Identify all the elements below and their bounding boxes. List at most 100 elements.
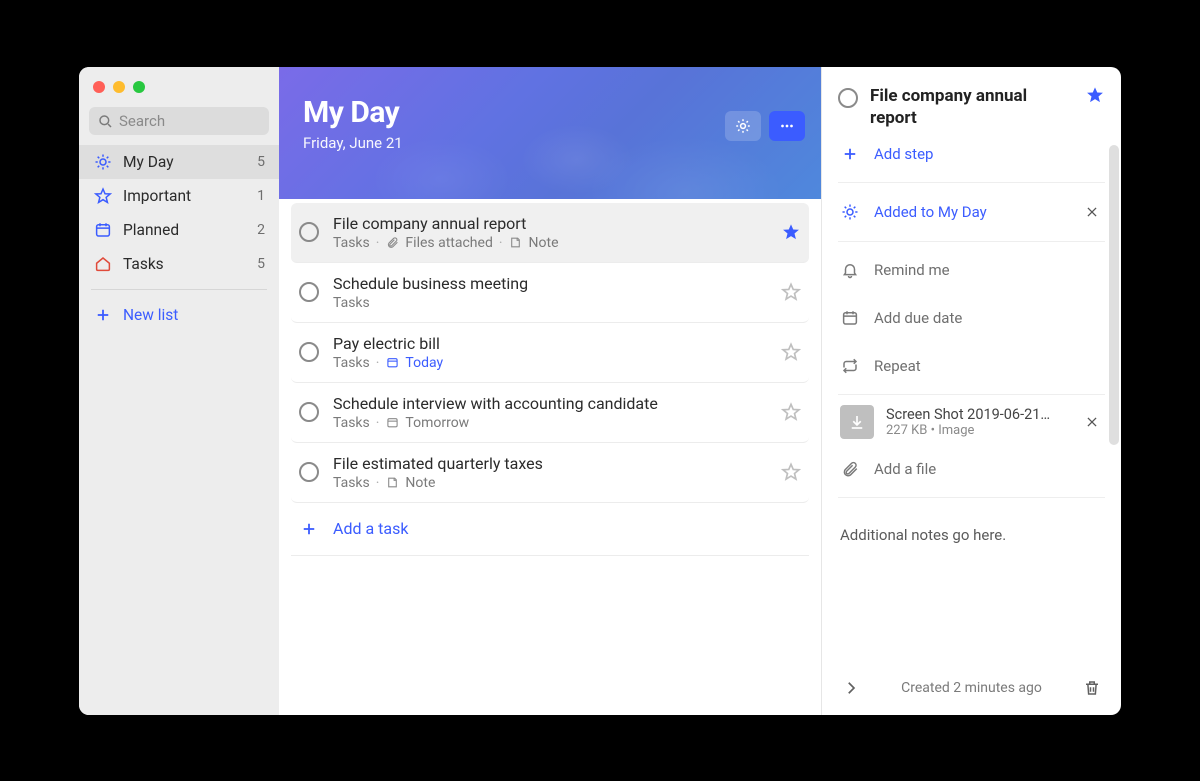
more-options-button[interactable] [769, 111, 805, 141]
calendar-icon [840, 308, 860, 328]
attachment-meta: 227 KB • Image [886, 423, 1069, 438]
meta-separator: · [376, 235, 380, 251]
task-list-name: Tasks [333, 415, 370, 431]
task-list-name: Tasks [333, 295, 370, 311]
sidebar-item-my-day[interactable]: My Day 5 [79, 145, 279, 179]
task-chip-label: Tomorrow [405, 415, 469, 431]
remind-me-row[interactable]: Remind me [838, 246, 1105, 294]
meta-separator: · [376, 355, 380, 371]
calendar-icon [385, 416, 399, 430]
star-toggle[interactable] [781, 402, 801, 422]
divider [91, 289, 267, 290]
star-toggle[interactable] [781, 342, 801, 362]
task-body: File company annual reportTasks·Files at… [333, 214, 781, 251]
complete-toggle[interactable] [299, 222, 319, 242]
task-title: Schedule business meeting [333, 274, 781, 293]
due-date-row[interactable]: Add due date [838, 294, 1105, 342]
repeat-row[interactable]: Repeat [838, 342, 1105, 390]
complete-toggle[interactable] [299, 402, 319, 422]
new-list-button[interactable]: New list [79, 298, 279, 332]
task-row[interactable]: File company annual reportTasks·Files at… [291, 203, 809, 263]
sidebar-item-planned[interactable]: Planned 2 [79, 213, 279, 247]
search-input[interactable]: Search [89, 107, 269, 135]
bell-icon [840, 260, 860, 280]
star-toggle[interactable] [781, 222, 801, 242]
sidebar-item-label: Tasks [123, 255, 257, 273]
paperclip-icon [840, 459, 860, 479]
star-toggle[interactable] [781, 282, 801, 302]
task-list-name: Tasks [333, 475, 370, 491]
star-toggle[interactable] [1085, 85, 1105, 105]
meta-separator: · [376, 415, 380, 431]
sun-icon [840, 202, 860, 222]
task-title: File company annual report [333, 214, 781, 233]
task-meta: Tasks [333, 295, 781, 311]
complete-toggle[interactable] [299, 282, 319, 302]
sidebar-item-count: 5 [257, 256, 265, 272]
sidebar-item-label: Planned [123, 221, 257, 239]
scrollbar[interactable] [1109, 145, 1119, 445]
sidebar-item-tasks[interactable]: Tasks 5 [79, 247, 279, 281]
task-title: Schedule interview with accounting candi… [333, 394, 781, 413]
add-file-row[interactable]: Add a file [838, 445, 1105, 493]
complete-toggle[interactable] [299, 342, 319, 362]
task-meta: Tasks · Tomorrow [333, 415, 781, 431]
added-to-my-day-row[interactable]: Added to My Day [838, 187, 1105, 237]
plus-icon [840, 144, 860, 164]
delete-task-button[interactable] [1083, 679, 1101, 697]
task-list-name: Tasks [333, 235, 370, 251]
sidebar-item-label: Important [123, 187, 257, 205]
paperclip-icon [385, 236, 399, 250]
search-icon [97, 113, 113, 129]
window-zoom-button[interactable] [133, 81, 145, 93]
divider [838, 241, 1105, 242]
task-body: Schedule business meeting Tasks [333, 274, 781, 311]
complete-toggle[interactable] [838, 88, 858, 108]
divider [838, 497, 1105, 498]
page-date: Friday, June 21 [303, 134, 797, 152]
attachment-row[interactable]: Screen Shot 2019-06-21… 227 KB • Image [838, 399, 1105, 445]
sidebar: Search My Day 5 [79, 67, 279, 715]
task-title: File estimated quarterly taxes [333, 454, 781, 473]
window-close-button[interactable] [93, 81, 105, 93]
task-body: Pay electric bill Tasks · Today [333, 334, 781, 371]
star-icon [93, 186, 113, 206]
meta-separator: · [376, 475, 380, 491]
task-title: Pay electric bill [333, 334, 781, 353]
repeat-icon [840, 356, 860, 376]
complete-toggle[interactable] [299, 462, 319, 482]
remove-attachment-button[interactable] [1081, 411, 1103, 433]
divider [838, 182, 1105, 183]
detail-footer: Created 2 minutes ago [838, 663, 1105, 715]
task-list-name: Tasks [333, 355, 370, 371]
sidebar-item-important[interactable]: Important 1 [79, 179, 279, 213]
task-row[interactable]: File estimated quarterly taxes Tasks · Note [291, 443, 809, 503]
task-row[interactable]: Pay electric bill Tasks · Today [291, 323, 809, 383]
window-controls [79, 77, 279, 107]
task-row[interactable]: Schedule interview with accounting candi… [291, 383, 809, 443]
remove-my-day-button[interactable] [1081, 201, 1103, 223]
hide-detail-button[interactable] [842, 679, 860, 697]
suggestions-button[interactable] [725, 111, 761, 141]
detail-title[interactable]: File company annual report [870, 85, 1073, 131]
add-task-button[interactable]: Add a task [291, 503, 809, 556]
sidebar-item-count: 1 [257, 188, 265, 204]
window-minimize-button[interactable] [113, 81, 125, 93]
app-window: Search My Day 5 [79, 67, 1121, 715]
created-label: Created 2 minutes ago [901, 680, 1042, 696]
attachment-name: Screen Shot 2019-06-21… [886, 406, 1056, 423]
new-list-label: New list [123, 306, 265, 324]
add-step-button[interactable]: Add step [838, 130, 1105, 178]
detail-panel: File company annual report Add step [821, 67, 1121, 715]
notes-field[interactable]: Additional notes go here. [838, 502, 1105, 568]
my-day-label: Added to My Day [874, 203, 987, 221]
task-row[interactable]: Schedule business meeting Tasks [291, 263, 809, 323]
task-chip-label: Today [405, 355, 443, 371]
sidebar-item-count: 2 [257, 222, 265, 238]
trash-icon [1083, 679, 1101, 697]
page-title: My Day [303, 95, 797, 130]
task-chip-label: Note [405, 475, 435, 491]
star-toggle[interactable] [781, 462, 801, 482]
task-meta: Tasks · Note [333, 475, 781, 491]
add-task-label: Add a task [333, 519, 408, 538]
